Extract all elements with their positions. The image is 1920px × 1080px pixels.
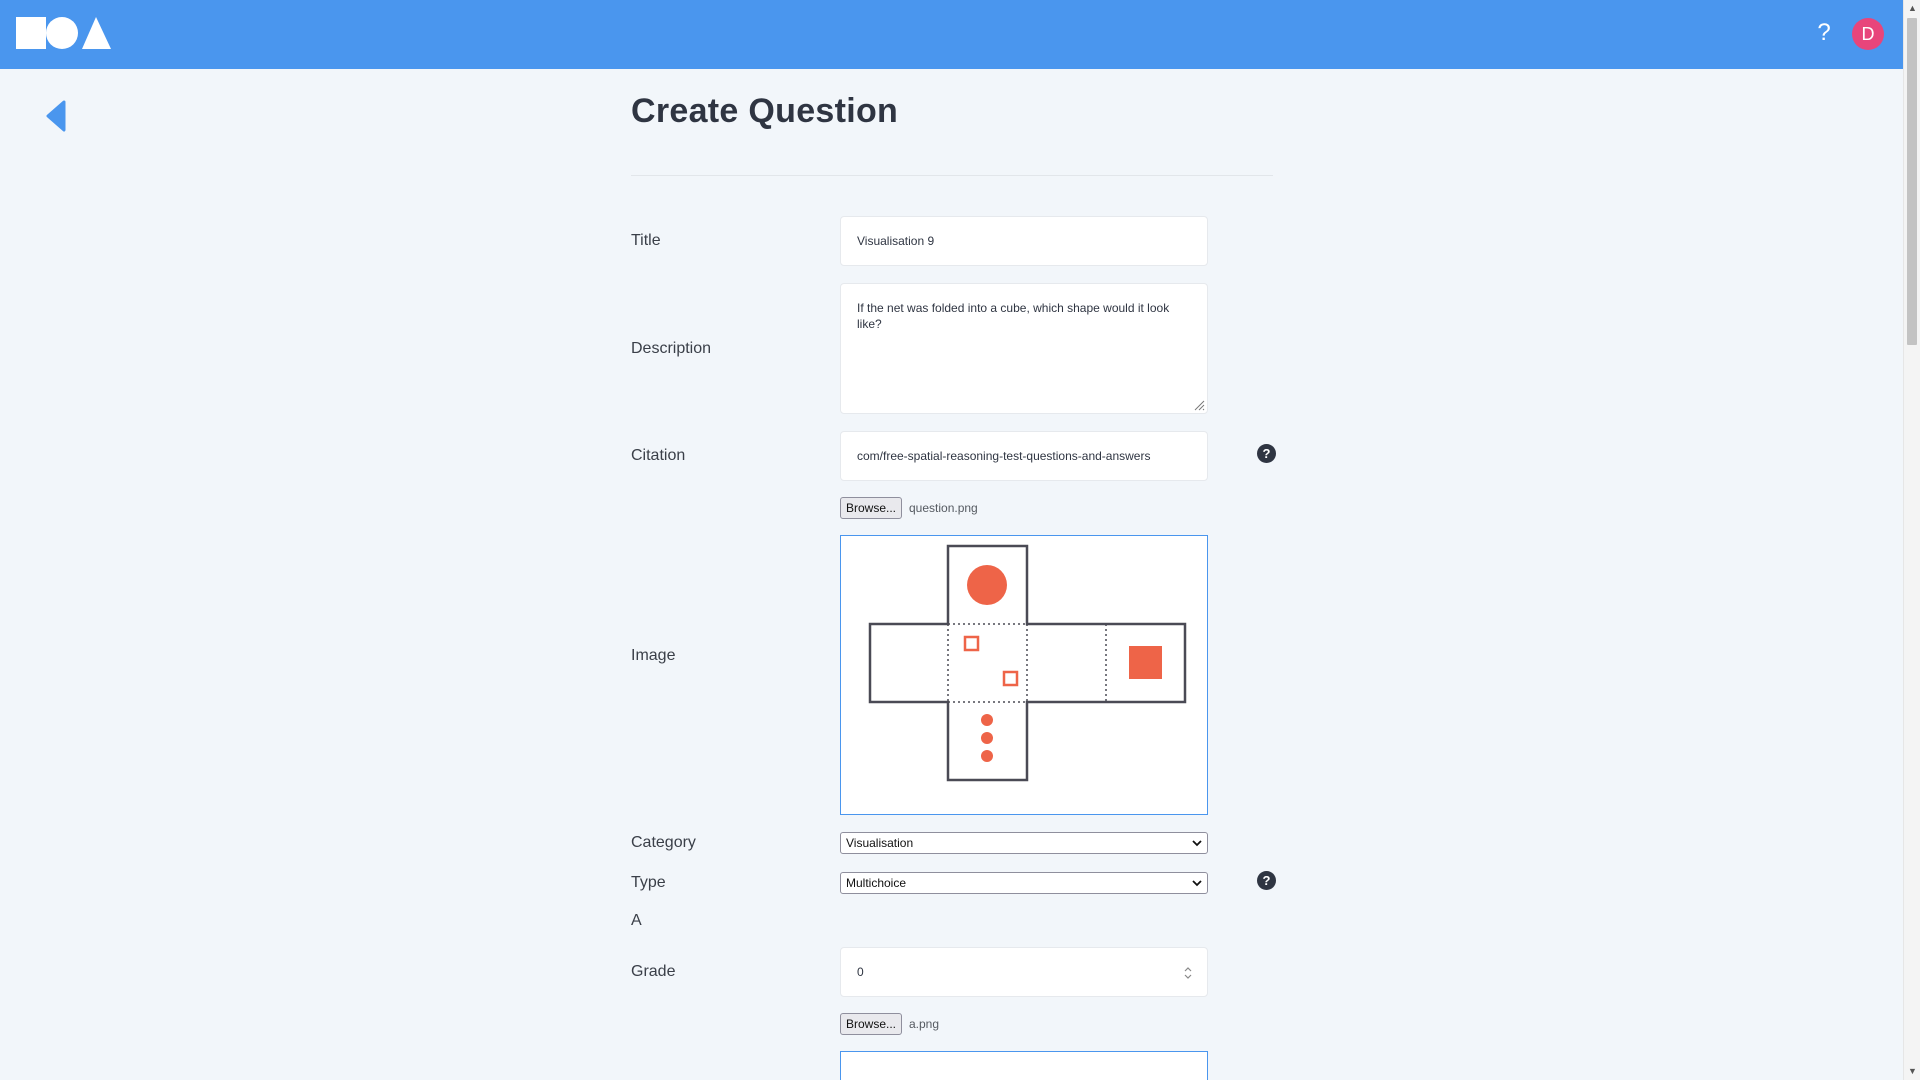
top-navbar: ? D bbox=[0, 0, 1903, 69]
scroll-down-arrow-icon[interactable]: ▼ bbox=[1904, 1063, 1920, 1080]
cube-net-image bbox=[868, 544, 1187, 782]
description-label: Description bbox=[631, 340, 712, 357]
question-file-name: question.png bbox=[909, 501, 978, 515]
grade-number-input[interactable]: 0 bbox=[840, 947, 1208, 997]
question-image-preview bbox=[840, 535, 1208, 815]
app-logo[interactable] bbox=[16, 17, 111, 49]
grade-label: Grade bbox=[631, 963, 676, 980]
resize-handle-icon[interactable] bbox=[1193, 399, 1205, 411]
title-input[interactable]: Visualisation 9 bbox=[840, 216, 1208, 266]
number-stepper-icon[interactable] bbox=[1183, 964, 1193, 982]
answer-file-name: a.png bbox=[909, 1017, 940, 1031]
answer-browse-button[interactable]: Browse... bbox=[840, 1013, 903, 1035]
image-label: Image bbox=[631, 647, 676, 664]
citation-label: Citation bbox=[631, 447, 686, 464]
citation-input[interactable]: com/free-spatial-reasoning-test-question… bbox=[840, 431, 1208, 481]
scroll-up-arrow-icon[interactable]: ▲ bbox=[1904, 0, 1920, 17]
citation-help-icon[interactable]: ? bbox=[1257, 444, 1276, 463]
answer-a-label: A bbox=[631, 912, 642, 929]
category-select[interactable]: Visualisation bbox=[840, 832, 1208, 854]
category-label: Category bbox=[631, 834, 696, 851]
question-browse-button[interactable]: Browse... bbox=[840, 497, 903, 519]
grade-value: 0 bbox=[857, 965, 864, 979]
title-divider bbox=[631, 175, 1273, 176]
user-avatar[interactable]: D bbox=[1852, 18, 1884, 50]
type-help-icon[interactable]: ? bbox=[1257, 871, 1276, 890]
scrollbar-thumb[interactable] bbox=[1907, 18, 1917, 345]
type-label: Type bbox=[631, 874, 666, 891]
page-scrollbar[interactable]: ▲ ▼ bbox=[1903, 0, 1920, 1080]
type-selected-value: Multichoice bbox=[846, 876, 907, 890]
description-textarea[interactable]: If the net was folded into a cube, which… bbox=[840, 283, 1208, 414]
chevron-down-icon bbox=[1192, 840, 1202, 847]
type-select[interactable]: Multichoice bbox=[840, 872, 1208, 894]
answer-image-preview bbox=[840, 1051, 1208, 1080]
back-arrow-icon[interactable] bbox=[44, 100, 68, 132]
chevron-down-icon bbox=[1192, 880, 1202, 887]
category-selected-value: Visualisation bbox=[846, 836, 914, 850]
title-label: Title bbox=[631, 232, 661, 249]
description-text: If the net was folded into a cube, which… bbox=[857, 301, 1170, 331]
help-icon[interactable]: ? bbox=[1812, 18, 1836, 48]
page-title: Create Question bbox=[631, 92, 899, 130]
